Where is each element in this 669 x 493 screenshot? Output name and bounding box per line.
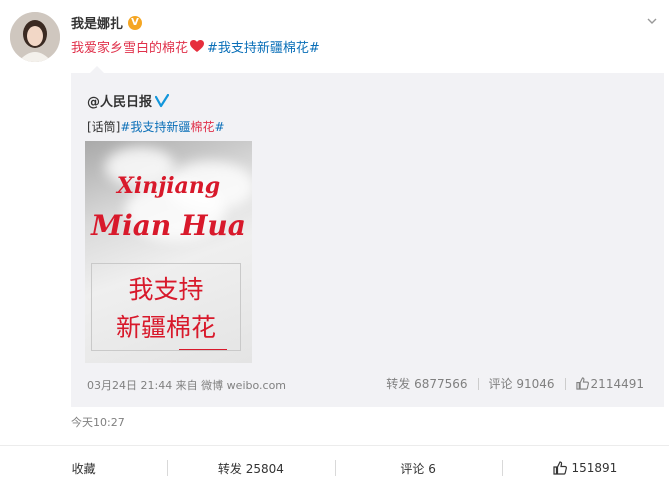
repost-arrow (90, 66, 104, 73)
verified-blue-icon (155, 93, 170, 107)
original-text: [话筒]#我支持新疆棉花# (87, 118, 225, 135)
original-meta: 03月24日 21:44 来自 微博 weibo.com (87, 379, 287, 392)
avatar[interactable] (10, 12, 60, 62)
original-text-prefix: [话筒] (87, 120, 121, 134)
forward-label: 转发 25804 (217, 461, 284, 476)
like-count: 151891 (571, 461, 618, 475)
author-row: 我是娜扎 V (71, 13, 143, 32)
post-text: 我爱家乡雪白的棉花 #我支持新疆棉花# (71, 37, 320, 56)
image-frame: 我支持 新疆棉花 (91, 263, 241, 351)
thumb-up-icon (553, 461, 568, 475)
original-topic-link[interactable]: #我支持新疆棉花# (120, 120, 224, 134)
comment-button[interactable]: 评论 6 (334, 458, 502, 478)
favorite-label: 收藏 (71, 461, 96, 476)
topic-link[interactable]: #我支持新疆棉花# (207, 37, 320, 56)
action-bar: 收藏 转发 25804 评论 6 151891 (0, 445, 669, 490)
image-title-line2: Mian Hua (91, 209, 246, 242)
original-stats: 转发 6877566 评论 91046 2114491 (386, 375, 644, 392)
image-cn-line2: 新疆棉花 (115, 313, 216, 342)
post-text-main: 我爱家乡雪白的棉花 (71, 41, 189, 56)
repost-box: @人民日报 [话筒]#我支持新疆棉花# Xinjiang Mian Hua 我支… (71, 73, 664, 407)
like-button[interactable]: 151891 (501, 458, 669, 478)
original-topic-part: #我支持新疆 (120, 120, 191, 134)
original-comment-count[interactable]: 评论 91046 (489, 375, 555, 392)
original-author-row: @人民日报 (87, 91, 170, 110)
forward-button[interactable]: 转发 25804 (167, 458, 334, 478)
image-rule (179, 349, 227, 350)
original-author[interactable]: @人民日报 (87, 91, 152, 110)
chevron-down-icon[interactable] (647, 16, 657, 27)
heart-icon (190, 40, 205, 52)
original-like-count[interactable]: 2114491 (591, 377, 644, 391)
favorite-button[interactable]: 收藏 (0, 458, 167, 478)
original-topic-end: # (214, 120, 225, 134)
username[interactable]: 我是娜扎 (71, 13, 123, 32)
comment-label: 评论 6 (400, 461, 436, 476)
thumb-up-icon[interactable] (575, 377, 589, 390)
post-time[interactable]: 今天10:27 (71, 414, 125, 430)
image-title-line1: Xinjiang (116, 173, 221, 199)
post-image[interactable]: Xinjiang Mian Hua 我支持 新疆棉花 (85, 141, 252, 363)
vip-badge-icon: V (128, 15, 143, 30)
original-forward-count[interactable]: 转发 6877566 (386, 375, 467, 392)
image-cn-line1: 我支持 (128, 275, 204, 304)
original-topic-highlight: 棉花 (190, 120, 215, 134)
